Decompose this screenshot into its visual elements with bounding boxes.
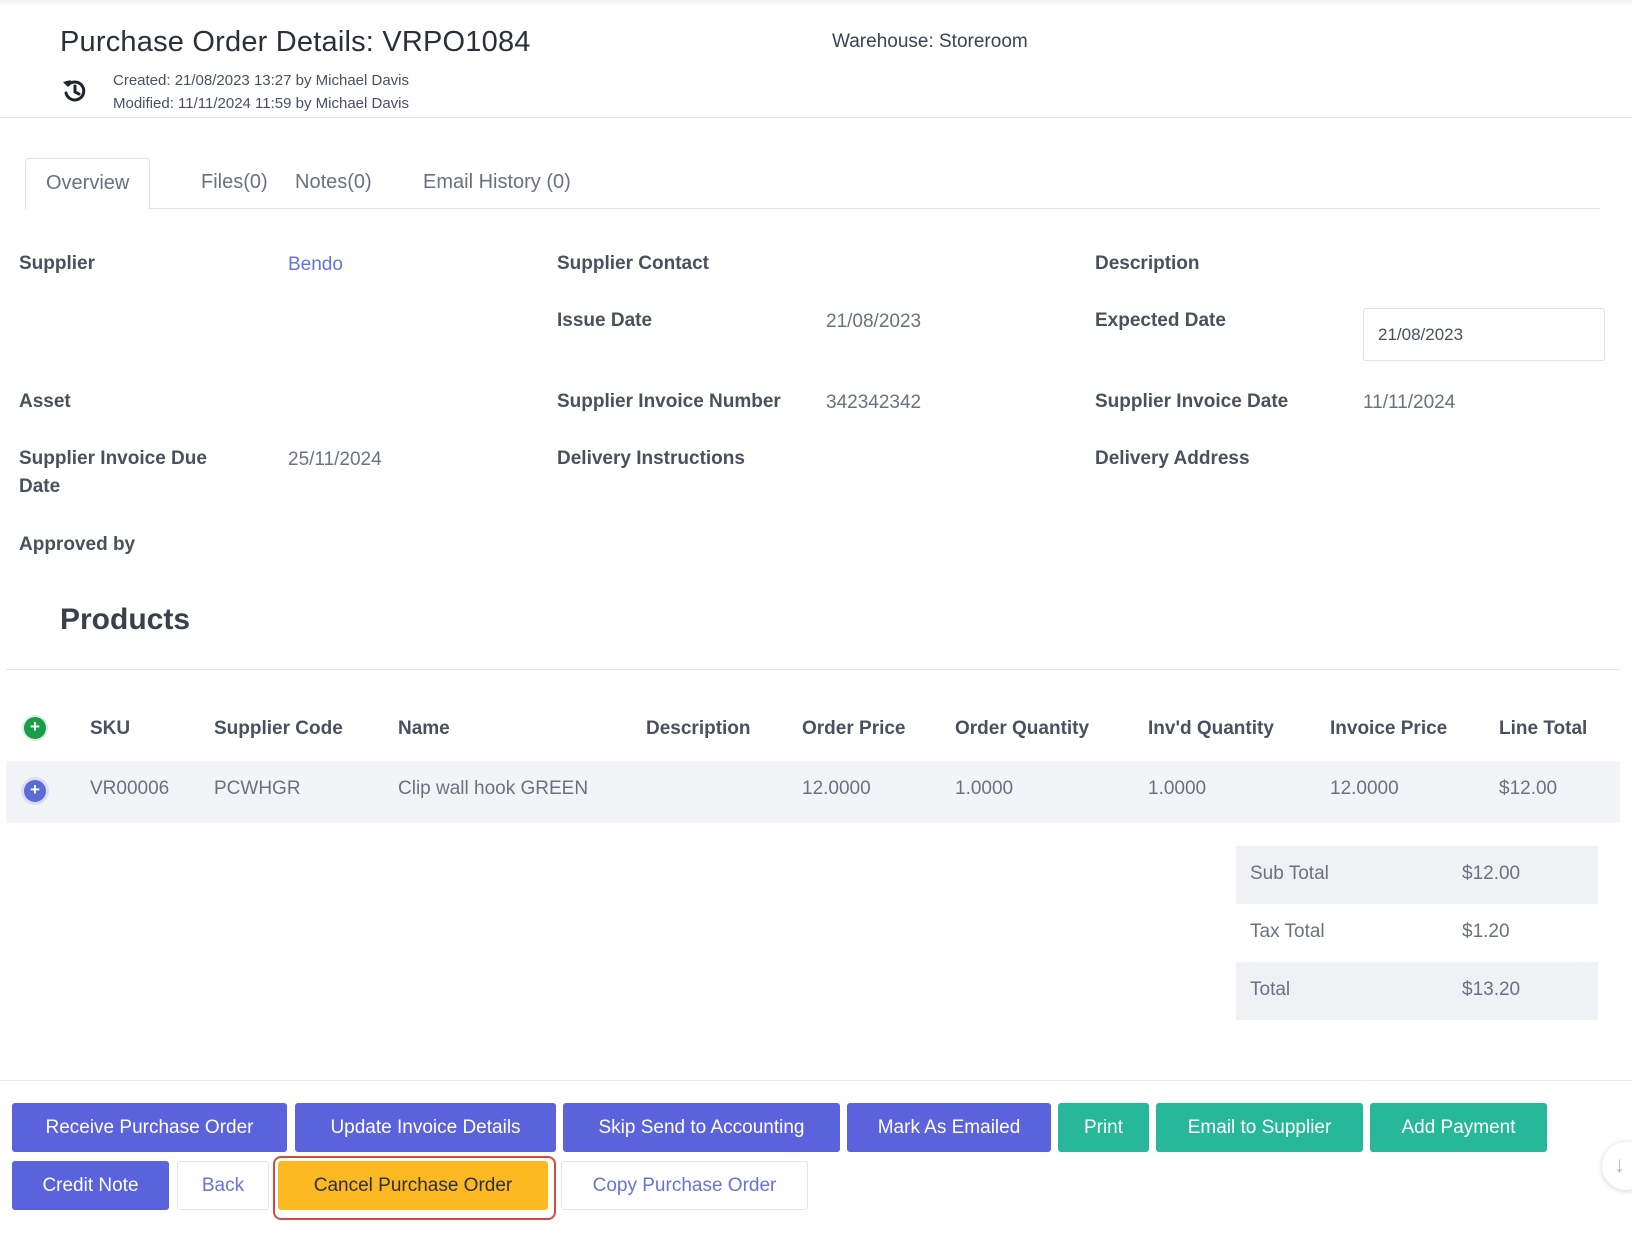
cell-sku: VR00006 [90,778,170,799]
expected-date-label: Expected Date [1095,310,1226,331]
page-title: Purchase Order Details: VRPO1084 [60,26,531,58]
products-divider [6,669,1620,670]
asset-label: Asset [19,391,71,412]
detail-tabs: Overview Files(0) Notes(0) Email History… [25,158,1600,210]
cell-order-quantity: 1.0000 [955,778,1014,799]
total-value: $13.20 [1462,979,1521,1000]
warehouse-label: Warehouse: Storeroom [832,31,1028,52]
supplier-invoice-date-value: 11/11/2024 [1363,392,1456,413]
column-order-price: Order Price [802,718,906,739]
supplier-invoice-number-value: 342342342 [826,392,922,413]
description-label: Description [1095,253,1200,274]
column-description: Description [646,718,751,739]
credit-note-button[interactable]: Credit Note [12,1161,169,1210]
cell-supplier-code: PCWHGR [214,778,301,799]
tax-total-value: $1.20 [1462,921,1510,942]
page-header: Purchase Order Details: VRPO1084 Created… [0,0,1632,118]
mark-as-emailed-button[interactable]: Mark As Emailed [847,1103,1051,1152]
add-payment-button[interactable]: Add Payment [1370,1103,1547,1152]
tab-email-history[interactable]: Email History (0) [403,158,591,209]
footer-divider [0,1080,1632,1081]
scroll-down-icon[interactable]: ↓ [1602,1142,1632,1190]
sub-total-label: Sub Total [1250,863,1329,884]
supplier-invoice-due-date-label: Supplier Invoice Due Date [19,445,207,501]
supplier-link[interactable]: Bendo [288,254,343,276]
issue-date-label: Issue Date [557,310,653,331]
cell-invoice-price: 12.0000 [1330,778,1399,799]
column-supplier-code: Supplier Code [214,718,343,739]
sub-total-row: Sub Total $12.00 [1236,846,1598,904]
total-label: Total [1250,979,1291,1000]
tab-overview[interactable]: Overview [25,158,151,210]
tax-total-row: Tax Total $1.20 [1236,904,1598,962]
cell-name: Clip wall hook GREEN [398,778,589,799]
supplier-contact-label: Supplier Contact [557,253,710,274]
delivery-address-label: Delivery Address [1095,448,1250,469]
copy-purchase-order-button[interactable]: Copy Purchase Order [561,1161,808,1210]
column-order-quantity: Order Quantity [955,718,1090,739]
column-invoice-price: Invoice Price [1330,718,1448,739]
modified-meta: Modified: 11/11/2024 11:59 by Michael Da… [113,95,410,112]
cancel-button-highlight [273,1156,556,1220]
sub-total-value: $12.00 [1462,863,1521,884]
cell-line-total: $12.00 [1499,778,1558,799]
add-product-icon[interactable]: + [24,717,46,739]
column-name: Name [398,718,450,739]
supplier-invoice-date-label: Supplier Invoice Date [1095,391,1289,412]
created-meta: Created: 21/08/2023 13:27 by Michael Dav… [113,72,410,89]
totals-panel: Sub Total $12.00 Tax Total $1.20 Total $… [1236,846,1598,1020]
column-line-total: Line Total [1499,718,1588,739]
print-button[interactable]: Print [1058,1103,1149,1152]
issue-date-value: 21/08/2023 [826,311,922,332]
skip-send-to-accounting-button[interactable]: Skip Send to Accounting [563,1103,840,1152]
cell-invd-quantity: 1.0000 [1148,778,1207,799]
supplier-label: Supplier [19,253,96,274]
update-invoice-details-button[interactable]: Update Invoice Details [295,1103,556,1152]
receive-purchase-order-button[interactable]: Receive Purchase Order [12,1103,287,1152]
supplier-invoice-due-date-label-line2: Date [19,476,61,497]
email-to-supplier-button[interactable]: Email to Supplier [1156,1103,1363,1152]
tab-notes[interactable]: Notes(0) [275,158,392,209]
column-invd-quantity: Inv'd Quantity [1148,718,1274,739]
cell-order-price: 12.0000 [802,778,871,799]
products-title: Products [60,603,191,636]
expected-date-input[interactable]: 21/08/2023 [1363,308,1605,361]
back-button[interactable]: Back [177,1161,269,1210]
supplier-invoice-due-date-label-line1: Supplier Invoice Due [19,448,207,469]
approved-by-label: Approved by [19,534,136,555]
history-icon[interactable] [60,76,90,106]
tax-total-label: Tax Total [1250,921,1325,942]
tab-files[interactable]: Files(0) [181,158,288,209]
supplier-invoice-number-label: Supplier Invoice Number [557,391,781,412]
column-sku: SKU [90,718,131,739]
supplier-invoice-due-date-value: 25/11/2024 [288,449,382,470]
expand-row-icon[interactable]: + [24,780,46,802]
delivery-instructions-label: Delivery Instructions [557,448,745,469]
total-row: Total $13.20 [1236,962,1598,1020]
